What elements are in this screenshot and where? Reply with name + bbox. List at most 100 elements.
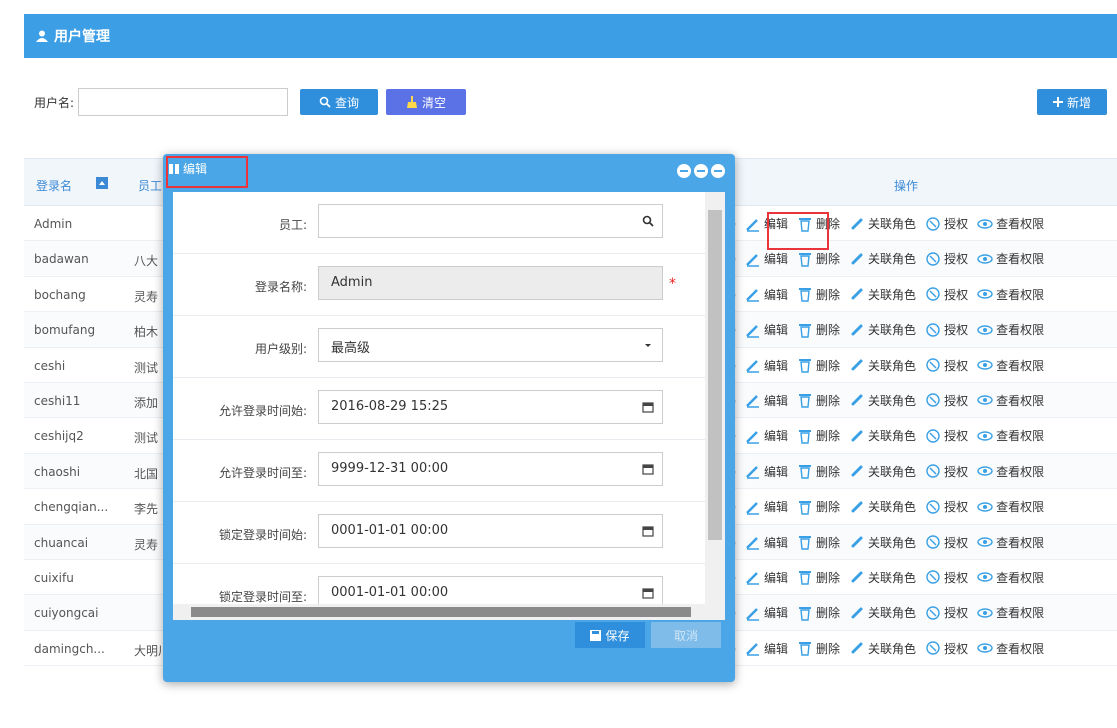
view-action[interactable]: 查看权限 [996,569,1044,586]
edit-action[interactable]: 编辑 [764,640,788,657]
edit-action[interactable]: 编辑 [764,357,788,374]
save-button[interactable]: 保存 [575,622,645,648]
page-title: 用户管理 [54,29,110,45]
view-action[interactable]: 查看权限 [996,215,1044,232]
maximize-icon[interactable] [694,164,708,178]
edit-action[interactable]: 编辑 [764,286,788,303]
assoc-action[interactable]: 关联角色 [868,357,916,374]
column-login-name[interactable]: 登录名 [36,177,72,194]
trash-icon [799,429,812,444]
pencil-icon [746,607,760,621]
login-cell: ceshi [34,358,66,373]
view-action[interactable]: 查看权限 [996,640,1044,657]
edit-action[interactable]: 编辑 [764,534,788,551]
horizontal-scrollbar[interactable] [173,604,705,620]
close-icon[interactable] [711,164,725,178]
vertical-scrollbar[interactable] [705,192,725,620]
grant-action[interactable]: 授权 [944,569,968,586]
delete-action[interactable]: 删除 [816,250,840,267]
edit-action[interactable]: 编辑 [764,498,788,515]
edit-action[interactable]: 编辑 [764,392,788,409]
view-action[interactable]: 查看权限 [996,250,1044,267]
field-input[interactable]: 9999-12-31 00:00 [318,452,663,486]
sort-icon[interactable] [96,177,108,189]
delete-action[interactable]: 删除 [816,286,840,303]
edit-action[interactable]: 编辑 [764,321,788,338]
field-input[interactable]: 0001-01-01 00:00 [318,514,663,548]
username-input[interactable] [78,88,288,116]
assoc-action[interactable]: 关联角色 [868,463,916,480]
add-button[interactable]: 新增 [1037,89,1107,115]
view-action[interactable]: 查看权限 [996,357,1044,374]
clear-button[interactable]: 清空 [386,89,466,115]
hscroll-thumb[interactable] [191,607,691,617]
search-icon[interactable] [642,215,654,227]
delete-action[interactable]: 删除 [816,392,840,409]
edit-action[interactable]: 编辑 [764,604,788,621]
delete-action[interactable]: 删除 [816,569,840,586]
form-row: 锁定登录时间始: 0001-01-01 00:00 [173,502,705,564]
grant-action[interactable]: 授权 [944,498,968,515]
delete-action[interactable]: 删除 [816,498,840,515]
view-action[interactable]: 查看权限 [996,604,1044,621]
vscroll-thumb[interactable] [708,210,722,540]
field-label: 允许登录时间至: [218,466,307,480]
grant-action[interactable]: 授权 [944,357,968,374]
view-action[interactable]: 查看权限 [996,463,1044,480]
assoc-action[interactable]: 关联角色 [868,604,916,621]
view-action[interactable]: 查看权限 [996,286,1044,303]
assoc-action[interactable]: 关联角色 [868,498,916,515]
field-input[interactable]: 2016-08-29 15:25 [318,390,663,424]
grant-action[interactable]: 授权 [944,534,968,551]
calendar-icon[interactable] [642,463,654,475]
grant-action[interactable]: 授权 [944,640,968,657]
delete-action[interactable]: 删除 [816,321,840,338]
grant-action[interactable]: 授权 [944,321,968,338]
delete-action[interactable]: 删除 [816,604,840,621]
delete-action[interactable]: 删除 [816,427,840,444]
grant-action[interactable]: 授权 [944,392,968,409]
grant-action[interactable]: 授权 [944,250,968,267]
assoc-action[interactable]: 关联角色 [868,640,916,657]
edit-action[interactable]: 编辑 [764,250,788,267]
calendar-icon[interactable] [642,401,654,413]
assoc-action[interactable]: 关联角色 [868,215,916,232]
assoc-action[interactable]: 关联角色 [868,250,916,267]
field-input[interactable] [318,204,663,238]
minimize-icon[interactable] [677,164,691,178]
view-action[interactable]: 查看权限 [996,392,1044,409]
assoc-action[interactable]: 关联角色 [868,569,916,586]
delete-action[interactable]: 删除 [816,357,840,374]
view-action[interactable]: 查看权限 [996,427,1044,444]
delete-action[interactable]: 删除 [816,534,840,551]
login-cell: cuixifu [34,570,74,585]
edit-action[interactable]: 编辑 [764,463,788,480]
column-name[interactable]: 员工 [138,177,162,194]
assoc-action[interactable]: 关联角色 [868,321,916,338]
grant-action[interactable]: 授权 [944,427,968,444]
assoc-action[interactable]: 关联角色 [868,427,916,444]
grant-action[interactable]: 授权 [944,215,968,232]
name-cell: 北国 [134,466,159,481]
grant-action[interactable]: 授权 [944,463,968,480]
cancel-button[interactable]: 取消 [651,622,721,648]
assoc-action[interactable]: 关联角色 [868,534,916,551]
grant-action[interactable]: 授权 [944,604,968,621]
field-input[interactable]: 最高级 [318,328,663,362]
calendar-icon[interactable] [642,587,654,599]
dropdown-icon[interactable] [642,339,654,351]
edit-action[interactable]: 编辑 [764,427,788,444]
calendar-icon[interactable] [642,525,654,537]
grant-action[interactable]: 授权 [944,286,968,303]
view-action[interactable]: 查看权限 [996,498,1044,515]
eye-icon [977,254,993,264]
delete-action[interactable]: 删除 [816,640,840,657]
edit-action[interactable]: 编辑 [764,569,788,586]
query-button[interactable]: 查询 [300,89,378,115]
field-value: 0001-01-01 00:00 [331,585,449,600]
view-action[interactable]: 查看权限 [996,321,1044,338]
assoc-action[interactable]: 关联角色 [868,392,916,409]
assoc-action[interactable]: 关联角色 [868,286,916,303]
delete-action[interactable]: 删除 [816,463,840,480]
view-action[interactable]: 查看权限 [996,534,1044,551]
